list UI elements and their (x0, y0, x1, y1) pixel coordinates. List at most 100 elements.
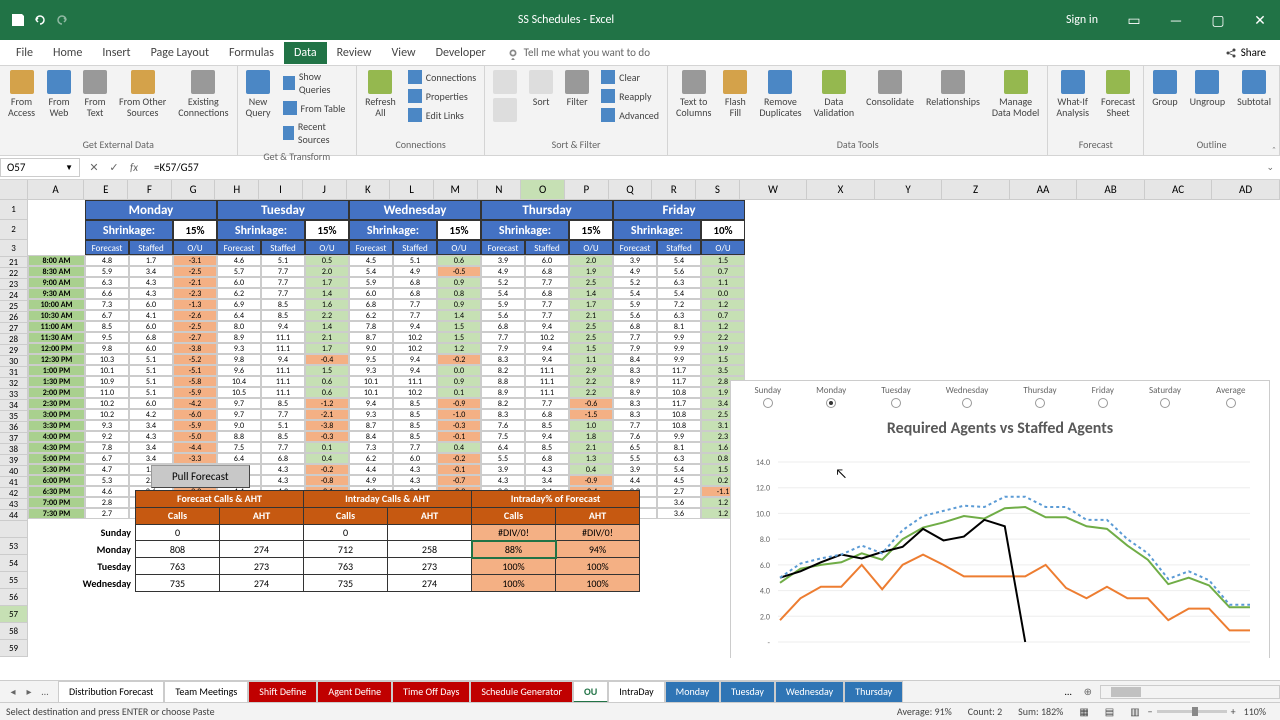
data-cell[interactable]: 9.3 (85, 420, 129, 431)
maximize-icon[interactable]: ▢ (1198, 0, 1238, 40)
data-cell[interactable]: -4.2 (173, 398, 217, 409)
row-header[interactable]: 26 (0, 312, 28, 323)
ribbon-btn[interactable]: From Web (43, 68, 75, 120)
zoom-level[interactable]: 110% (1236, 705, 1274, 718)
data-cell[interactable]: 11.1 (261, 332, 305, 343)
data-cell[interactable]: 0.9 (437, 277, 481, 288)
row-header[interactable]: 35 (0, 411, 28, 422)
row-header[interactable]: 58 (0, 623, 28, 640)
time-cell[interactable]: 4:00 PM (28, 431, 85, 442)
data-cell[interactable]: 5.4 (349, 266, 393, 277)
data-cell[interactable]: 7.6 (481, 420, 525, 431)
data-cell[interactable]: 4.6 (217, 255, 261, 266)
data-cell[interactable]: -3.1 (173, 255, 217, 266)
ft-cell[interactable]: 274 (220, 575, 304, 592)
data-cell[interactable]: 1.5 (701, 255, 745, 266)
time-cell[interactable]: 12:30 PM (28, 354, 85, 365)
data-cell[interactable]: 7.7 (261, 277, 305, 288)
data-cell[interactable]: 9.3 (349, 365, 393, 376)
data-cell[interactable]: 10.1 (349, 387, 393, 398)
data-cell[interactable]: 6.7 (85, 310, 129, 321)
data-cell[interactable]: 9.5 (349, 354, 393, 365)
data-cell[interactable]: -1.5 (569, 409, 613, 420)
data-cell[interactable]: 0.0 (437, 365, 481, 376)
data-cell[interactable]: 5.9 (85, 266, 129, 277)
data-cell[interactable]: -2.1 (173, 277, 217, 288)
data-cell[interactable]: -3.8 (305, 420, 349, 431)
col-header[interactable]: O (521, 180, 565, 200)
chart-day-option[interactable]: Thursday (1023, 385, 1056, 411)
row-header[interactable]: 3 (0, 240, 28, 257)
ribbon-btn[interactable]: From Text (79, 68, 111, 120)
ribbon-btn[interactable]: Reapply (597, 87, 663, 105)
data-cell[interactable]: 0.9 (437, 299, 481, 310)
data-cell[interactable]: 7.5 (217, 442, 261, 453)
ft-cell[interactable]: #DIV/0! (472, 524, 556, 541)
data-cell[interactable]: 1.2 (701, 299, 745, 310)
data-cell[interactable]: 10.2 (525, 332, 569, 343)
data-cell[interactable]: 6.9 (217, 299, 261, 310)
tab-file[interactable]: File (6, 42, 43, 64)
data-cell[interactable]: 6.8 (393, 277, 437, 288)
data-cell[interactable]: 1.2 (437, 343, 481, 354)
data-cell[interactable]: 7.8 (349, 321, 393, 332)
col-header[interactable]: Z (942, 180, 1010, 200)
data-cell[interactable]: 3.5 (701, 365, 745, 376)
col-header[interactable]: X (807, 180, 875, 200)
data-cell[interactable]: 6.3 (657, 277, 701, 288)
data-cell[interactable]: 5.9 (349, 277, 393, 288)
data-cell[interactable]: 6.8 (261, 453, 305, 464)
data-cell[interactable]: 9.4 (525, 321, 569, 332)
sheet-nav-prev-icon[interactable]: ▸ (22, 685, 36, 698)
data-cell[interactable]: 9.7 (217, 398, 261, 409)
data-cell[interactable]: 8.5 (261, 431, 305, 442)
col-header[interactable]: AB (1077, 180, 1145, 200)
data-cell[interactable]: 6.8 (393, 288, 437, 299)
data-cell[interactable]: 8.7 (349, 332, 393, 343)
data-cell[interactable]: -1.2 (305, 398, 349, 409)
col-header[interactable]: E (84, 180, 128, 200)
data-cell[interactable]: 6.3 (657, 310, 701, 321)
data-cell[interactable]: 1.1 (569, 354, 613, 365)
data-cell[interactable]: 6.8 (525, 266, 569, 277)
tab-data[interactable]: Data (284, 42, 327, 64)
data-cell[interactable]: 9.4 (525, 343, 569, 354)
data-cell[interactable]: -4.4 (173, 442, 217, 453)
data-cell[interactable]: 1.9 (701, 343, 745, 354)
data-cell[interactable]: 9.6 (217, 365, 261, 376)
row-header[interactable]: 32 (0, 378, 28, 389)
view-page-break-icon[interactable]: ▥ (1122, 705, 1147, 718)
data-cell[interactable]: -0.2 (437, 453, 481, 464)
data-cell[interactable]: 5.4 (657, 464, 701, 475)
data-cell[interactable]: 0.6 (305, 376, 349, 387)
ribbon-btn[interactable]: Show Queries (279, 68, 353, 98)
close-icon[interactable]: ✕ (1240, 0, 1280, 40)
data-cell[interactable]: 7.2 (657, 299, 701, 310)
data-cell[interactable]: 9.4 (393, 354, 437, 365)
ribbon-btn[interactable]: Ungroup (1186, 68, 1229, 109)
chart-day-option[interactable]: Sunday (755, 385, 782, 411)
col-header[interactable]: H (215, 180, 259, 200)
data-cell[interactable]: 5.2 (481, 277, 525, 288)
data-cell[interactable]: -5.0 (173, 431, 217, 442)
sheet-tab[interactable]: Team Meetings (164, 681, 248, 703)
data-cell[interactable]: 6.0 (349, 288, 393, 299)
data-cell[interactable]: 8.2 (481, 398, 525, 409)
sheet-tab[interactable]: OU (573, 681, 608, 703)
ribbon-btn[interactable]: Edit Links (404, 106, 480, 124)
data-cell[interactable]: 8.5 (85, 321, 129, 332)
ft-cell[interactable]: 0 (304, 524, 388, 541)
data-cell[interactable]: 2.1 (569, 310, 613, 321)
data-cell[interactable]: 7.7 (525, 277, 569, 288)
data-cell[interactable]: 4.3 (129, 288, 173, 299)
undo-icon[interactable] (32, 12, 48, 28)
share-button[interactable]: Share (1217, 44, 1274, 61)
data-cell[interactable]: 0.1 (437, 387, 481, 398)
minimize-icon[interactable]: — (1156, 0, 1196, 40)
row-header[interactable]: 57 (0, 606, 28, 623)
data-cell[interactable]: 8.1 (657, 321, 701, 332)
row-header[interactable]: 59 (0, 640, 28, 657)
data-cell[interactable]: 10.8 (657, 420, 701, 431)
data-cell[interactable]: 7.7 (525, 310, 569, 321)
data-cell[interactable]: 0.9 (437, 376, 481, 387)
